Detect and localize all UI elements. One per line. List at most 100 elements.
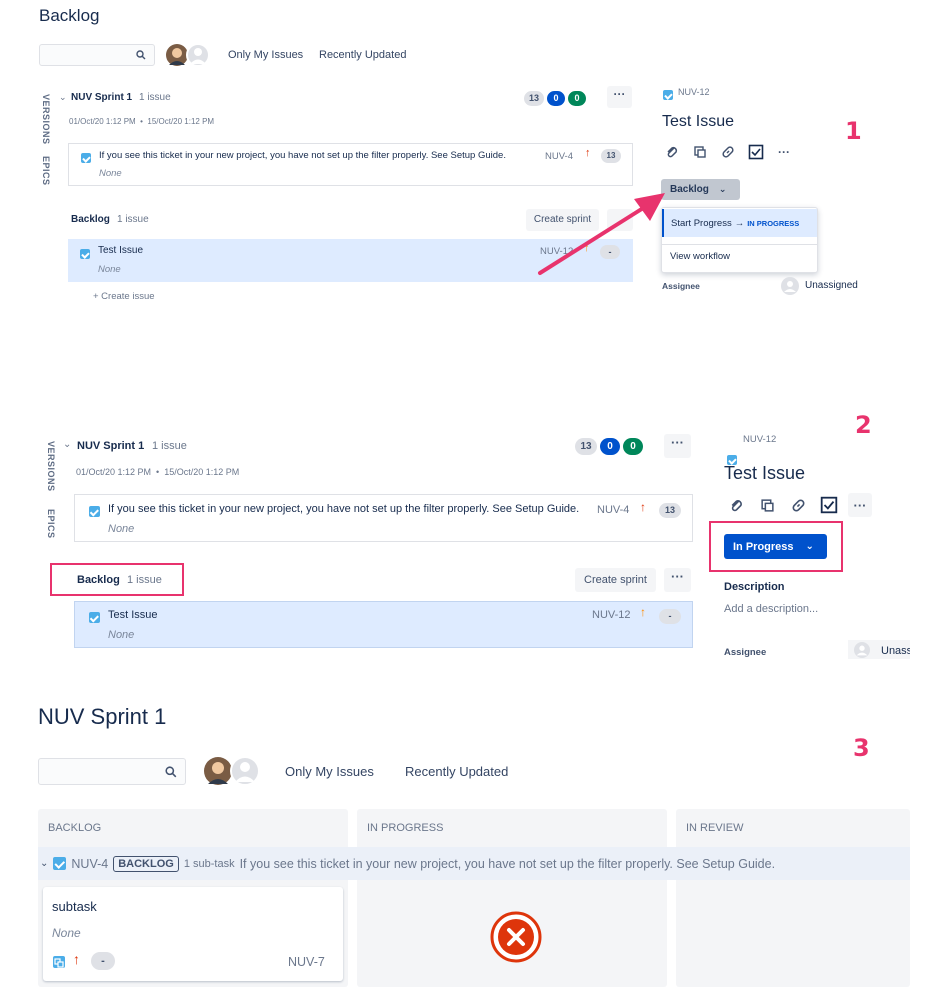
arrow-right-icon: → xyxy=(734,217,745,229)
annotation-arrow xyxy=(538,193,665,275)
sprint-issue-card[interactable]: If you see this ticket in your new proje… xyxy=(74,494,693,542)
story-points-badge: - xyxy=(91,952,115,970)
issue-epic: None xyxy=(98,264,121,275)
subtask-icon[interactable] xyxy=(755,493,779,517)
issue-key[interactable]: NUV-12 xyxy=(592,609,631,621)
sprint-dates: 01/Oct/20 1:12 PM • 15/Oct/20 1:12 PM xyxy=(76,467,240,477)
search-input[interactable] xyxy=(39,44,155,66)
assignee-value: Unass xyxy=(881,645,910,657)
create-sprint-button[interactable]: Create sprint xyxy=(575,568,656,592)
tab-versions[interactable]: VERSIONS xyxy=(41,94,51,145)
attach-icon[interactable] xyxy=(724,493,748,517)
error-icon xyxy=(490,911,542,963)
sprint-badges: 13 0 0 xyxy=(524,91,586,106)
story-points-badge: 13 xyxy=(659,503,681,518)
task-icon xyxy=(81,153,91,163)
more-icon[interactable]: ··· xyxy=(848,493,872,517)
step-number-2: 2 xyxy=(855,411,872,439)
assignee-label: Assignee xyxy=(724,647,767,658)
swimlane-key[interactable]: NUV-4 xyxy=(71,857,108,871)
link-icon[interactable] xyxy=(717,141,739,163)
inprogress-points-badge: 0 xyxy=(600,438,620,455)
assignee-field[interactable]: Unass xyxy=(848,640,910,659)
backlog-more-button[interactable]: ··· xyxy=(664,568,691,592)
sprint-badges: 13 0 0 xyxy=(575,438,643,455)
swimlane-summary: If you see this ticket in your new proje… xyxy=(239,856,776,871)
filter-only-my-issues[interactable]: Only My Issues xyxy=(228,49,303,61)
swimlane-status-lozenge: BACKLOG xyxy=(113,855,179,872)
issue-summary: If you see this ticket in your new proje… xyxy=(108,503,580,515)
avatar-group[interactable] xyxy=(166,43,210,67)
board-title: NUV Sprint 1 xyxy=(38,704,167,729)
filter-only-my-issues[interactable]: Only My Issues xyxy=(285,764,374,779)
sprint-issue-card[interactable]: If you see this ticket in your new proje… xyxy=(68,143,633,186)
create-issue-link[interactable]: + Create issue xyxy=(93,291,155,302)
tab-epics[interactable]: EPICS xyxy=(46,509,56,539)
done-points-badge: 0 xyxy=(568,91,586,106)
card-title: subtask xyxy=(52,899,97,914)
status-dropdown-button[interactable]: In Progress ⌄ xyxy=(724,534,827,559)
sprint-issue-count: 1 issue xyxy=(139,92,171,103)
issue-key[interactable]: NUV-4 xyxy=(545,151,573,162)
swimlane-subtask-count: 1 sub-task xyxy=(183,857,235,870)
filter-recently-updated[interactable]: Recently Updated xyxy=(405,764,508,779)
checklist-icon[interactable] xyxy=(817,493,841,517)
card-epic: None xyxy=(52,926,81,940)
search-icon xyxy=(136,50,146,60)
subtask-icon[interactable] xyxy=(689,141,711,163)
avatar-group[interactable] xyxy=(204,756,260,786)
assignee-label: Assignee xyxy=(662,281,700,291)
detail-title[interactable]: Test Issue xyxy=(724,463,805,484)
backlog-issue-count: 1 issue xyxy=(127,574,162,586)
sprint-dates: 01/Oct/20 1:12 PM • 15/Oct/20 1:12 PM xyxy=(69,117,215,126)
description-label: Description xyxy=(724,581,785,593)
tab-versions[interactable]: VERSIONS xyxy=(46,441,56,492)
priority-high-icon: ↑ xyxy=(640,500,646,514)
description-input[interactable]: Add a description... xyxy=(724,603,818,615)
chevron-down-icon[interactable]: ⌄ xyxy=(59,92,67,103)
detail-issue-key[interactable]: NUV-12 xyxy=(678,87,710,97)
backlog-header-label: Backlog xyxy=(71,214,110,225)
filter-recently-updated[interactable]: Recently Updated xyxy=(319,49,406,61)
todo-points-badge: 13 xyxy=(524,91,544,106)
avatar[interactable] xyxy=(781,277,799,295)
chevron-down-icon: ⌄ xyxy=(805,541,814,552)
detail-title[interactable]: Test Issue xyxy=(662,113,734,131)
card-key[interactable]: NUV-7 xyxy=(288,955,325,969)
chevron-down-icon[interactable]: ⌄ xyxy=(63,439,71,450)
status-label: In Progress xyxy=(733,540,794,553)
transition-label: Start Progress xyxy=(671,217,732,229)
column-in-review xyxy=(676,809,910,987)
swimlane-header[interactable]: ⌄ NUV-4 BACKLOG 1 sub-task If you see th… xyxy=(38,847,910,880)
search-input[interactable] xyxy=(38,758,186,785)
issue-summary: Test Issue xyxy=(108,609,158,621)
search-icon xyxy=(165,765,177,777)
attach-icon[interactable] xyxy=(661,141,683,163)
more-icon[interactable]: ··· xyxy=(773,141,795,163)
task-icon xyxy=(89,506,100,517)
backlog-issue-row[interactable]: Test Issue NUV-12 ↑ - None xyxy=(74,601,693,648)
panel-2: VERSIONS EPICS ⌄ NUV Sprint 1 1 issue 01… xyxy=(0,18,941,659)
menu-divider xyxy=(662,244,817,245)
panel-1: Backlog Only My Issues Recently Updated … xyxy=(0,0,941,302)
checklist-icon[interactable] xyxy=(745,141,767,163)
sprint-more-button[interactable]: ··· xyxy=(607,86,632,108)
link-icon[interactable] xyxy=(786,493,810,517)
issue-key[interactable]: NUV-4 xyxy=(597,504,629,516)
menu-item-start-progress[interactable]: Start Progress → IN PROGRESS xyxy=(662,209,817,237)
chevron-down-icon[interactable]: ⌄ xyxy=(40,858,48,869)
sprint-name: NUV Sprint 1 xyxy=(77,440,145,452)
sprint-more-button[interactable]: ··· xyxy=(664,434,691,458)
target-status-lozenge: IN PROGRESS xyxy=(747,218,800,228)
board-card[interactable]: subtask None ↑ - NUV-7 xyxy=(43,887,343,981)
issue-epic: None xyxy=(99,168,122,179)
todo-points-badge: 13 xyxy=(575,438,597,455)
page-title: Backlog xyxy=(39,6,100,25)
assignee-value[interactable]: Unassigned xyxy=(805,280,858,291)
story-points-badge: - xyxy=(659,609,681,624)
detail-issue-key[interactable]: NUV-12 xyxy=(743,434,776,445)
step-number-3: 3 xyxy=(853,734,870,762)
detail-toolbar: ··· xyxy=(724,493,872,517)
tab-epics[interactable]: EPICS xyxy=(41,156,51,186)
issue-summary: Test Issue xyxy=(98,245,144,256)
